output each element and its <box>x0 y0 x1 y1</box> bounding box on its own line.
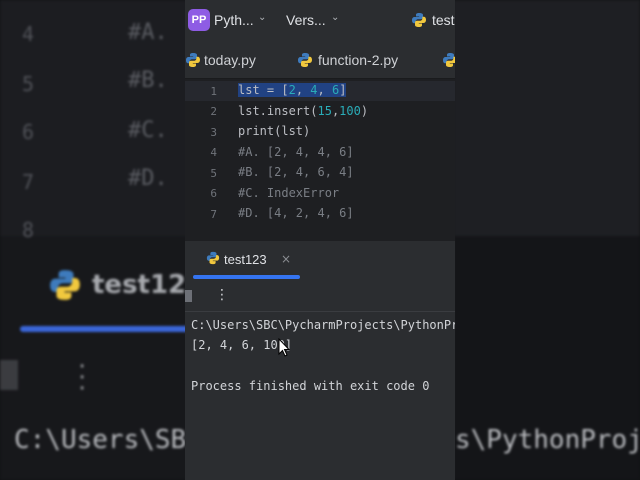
line-number: 7 <box>210 208 217 221</box>
bg-run-tab: test12 <box>92 270 187 300</box>
python-file-icon <box>298 53 312 67</box>
tab-today-py[interactable]: today.py <box>204 52 256 68</box>
line-number: 2 <box>210 105 217 118</box>
bg-comment: #C. <box>128 118 168 143</box>
run-tool-window: test123 × ⋮ <box>185 241 455 480</box>
python-file-icon <box>412 13 426 27</box>
code-line[interactable]: lst = [2, 4, 6] <box>238 83 347 97</box>
line-number: 1 <box>210 85 217 98</box>
console-command-line: C:\Users\SBC\PycharmProjects\PythonProj <box>191 318 455 332</box>
bg-stop-icon <box>0 360 18 390</box>
close-icon[interactable]: × <box>281 252 291 266</box>
bg-line-number: 5 <box>22 72 35 96</box>
line-number: 5 <box>210 167 217 180</box>
code-comment-line[interactable]: #B. [2, 4, 6, 4] <box>238 165 354 179</box>
line-number: 3 <box>210 126 217 139</box>
ide-window: PP Pyth... ⌄ Vers... ⌄ test today.py fun… <box>185 0 455 480</box>
python-file-icon[interactable] <box>442 52 455 68</box>
editor-tab-bar: today.py function-2.py <box>185 42 455 79</box>
bg-comment: #D. <box>128 166 168 191</box>
run-tab-test123[interactable]: test123 <box>224 252 267 267</box>
run-toolbar: ⋮ <box>185 285 455 312</box>
bg-line-number: 8 <box>22 218 35 242</box>
line-number: 4 <box>210 146 217 159</box>
mouse-cursor-icon <box>278 338 290 357</box>
bg-console-path: C:\Users\SB <box>14 425 187 455</box>
bg-line-number: 4 <box>22 22 35 46</box>
python-icon <box>206 251 220 265</box>
console-exit-message: Process finished with exit code 0 <box>191 379 430 393</box>
project-name[interactable]: Pyth... <box>214 12 254 28</box>
chevron-down-icon[interactable]: ⌄ <box>258 12 266 23</box>
bg-menu-icon: · · · <box>78 352 87 404</box>
vcs-menu[interactable]: Vers... <box>286 12 326 28</box>
more-options-icon[interactable]: ⋮ <box>215 287 229 303</box>
title-bar: PP Pyth... ⌄ Vers... ⌄ test <box>185 0 455 42</box>
python-icon <box>50 270 80 300</box>
code-editor[interactable]: 1 2 3 4 5 6 7 lst = [2, 4, 6] lst.insert… <box>185 79 455 241</box>
bg-comment: #B. <box>128 68 168 93</box>
stop-icon[interactable] <box>185 290 192 302</box>
line-number: 6 <box>210 187 217 200</box>
code-comment-line[interactable]: #C. IndexError <box>238 186 339 200</box>
bg-comment: #A. <box>128 20 168 45</box>
project-badge[interactable]: PP <box>188 9 210 31</box>
bg-right-area <box>455 0 640 480</box>
tab-function-2-py[interactable]: function-2.py <box>318 52 398 68</box>
code-line[interactable]: print(lst) <box>238 124 310 138</box>
code-comment-line[interactable]: #D. [4, 2, 4, 6] <box>238 206 354 220</box>
code-line[interactable]: lst.insert(15,100) <box>238 104 368 118</box>
console-output: [2, 4, 6, 100] <box>191 338 293 352</box>
bg-line-number: 7 <box>22 170 35 194</box>
bg-line-number: 6 <box>22 120 35 144</box>
run-tab-underline <box>193 275 300 279</box>
chevron-down-icon[interactable]: ⌄ <box>331 12 339 23</box>
bg-console-path-right: s\PythonProj <box>455 425 640 455</box>
code-comment-line[interactable]: #A. [2, 4, 4, 6] <box>238 145 354 159</box>
run-config-selector[interactable]: test <box>432 12 455 28</box>
python-file-icon <box>186 53 200 67</box>
